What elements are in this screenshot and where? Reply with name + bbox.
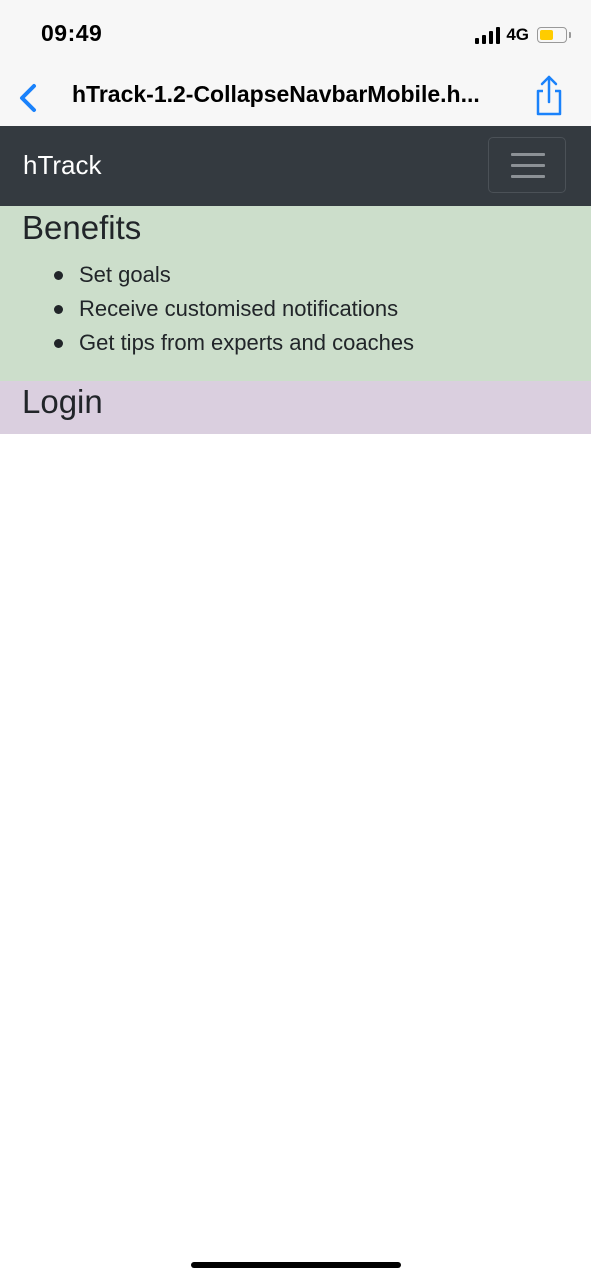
benefits-section: Benefits Set goals Receive customised no… (0, 206, 591, 381)
back-button[interactable] (10, 74, 50, 120)
list-item: Receive customised notifications (53, 294, 414, 328)
hamburger-menu-icon (511, 153, 545, 156)
status-time: 09:49 (41, 20, 103, 46)
share-button[interactable] (529, 72, 569, 120)
network-type-label: 4G (506, 25, 529, 44)
page-title: hTrack-1.2-CollapseNavbarMobile.h... (72, 81, 480, 107)
share-icon (536, 75, 562, 116)
navbar-toggle-button[interactable] (488, 137, 566, 193)
cellular-signal-icon (475, 26, 501, 44)
login-heading: Login (22, 383, 103, 420)
chevron-left-icon (20, 84, 36, 112)
navbar-brand[interactable]: hTrack (23, 150, 102, 181)
battery-icon (537, 27, 571, 43)
list-item: Set goals (53, 260, 414, 294)
status-bar: 09:49 4G (0, 0, 591, 70)
battery-level (540, 30, 554, 40)
benefits-list: Set goals Receive customised notificatio… (0, 260, 414, 362)
login-section: Login (0, 381, 591, 434)
site-navbar: hTrack (0, 126, 591, 206)
list-item: Get tips from experts and coaches (53, 328, 414, 362)
status-indicators: 4G (475, 23, 571, 47)
benefits-heading: Benefits (22, 209, 142, 246)
home-indicator[interactable] (191, 1262, 401, 1268)
browser-nav-bar: hTrack-1.2-CollapseNavbarMobile.h... (0, 70, 591, 126)
